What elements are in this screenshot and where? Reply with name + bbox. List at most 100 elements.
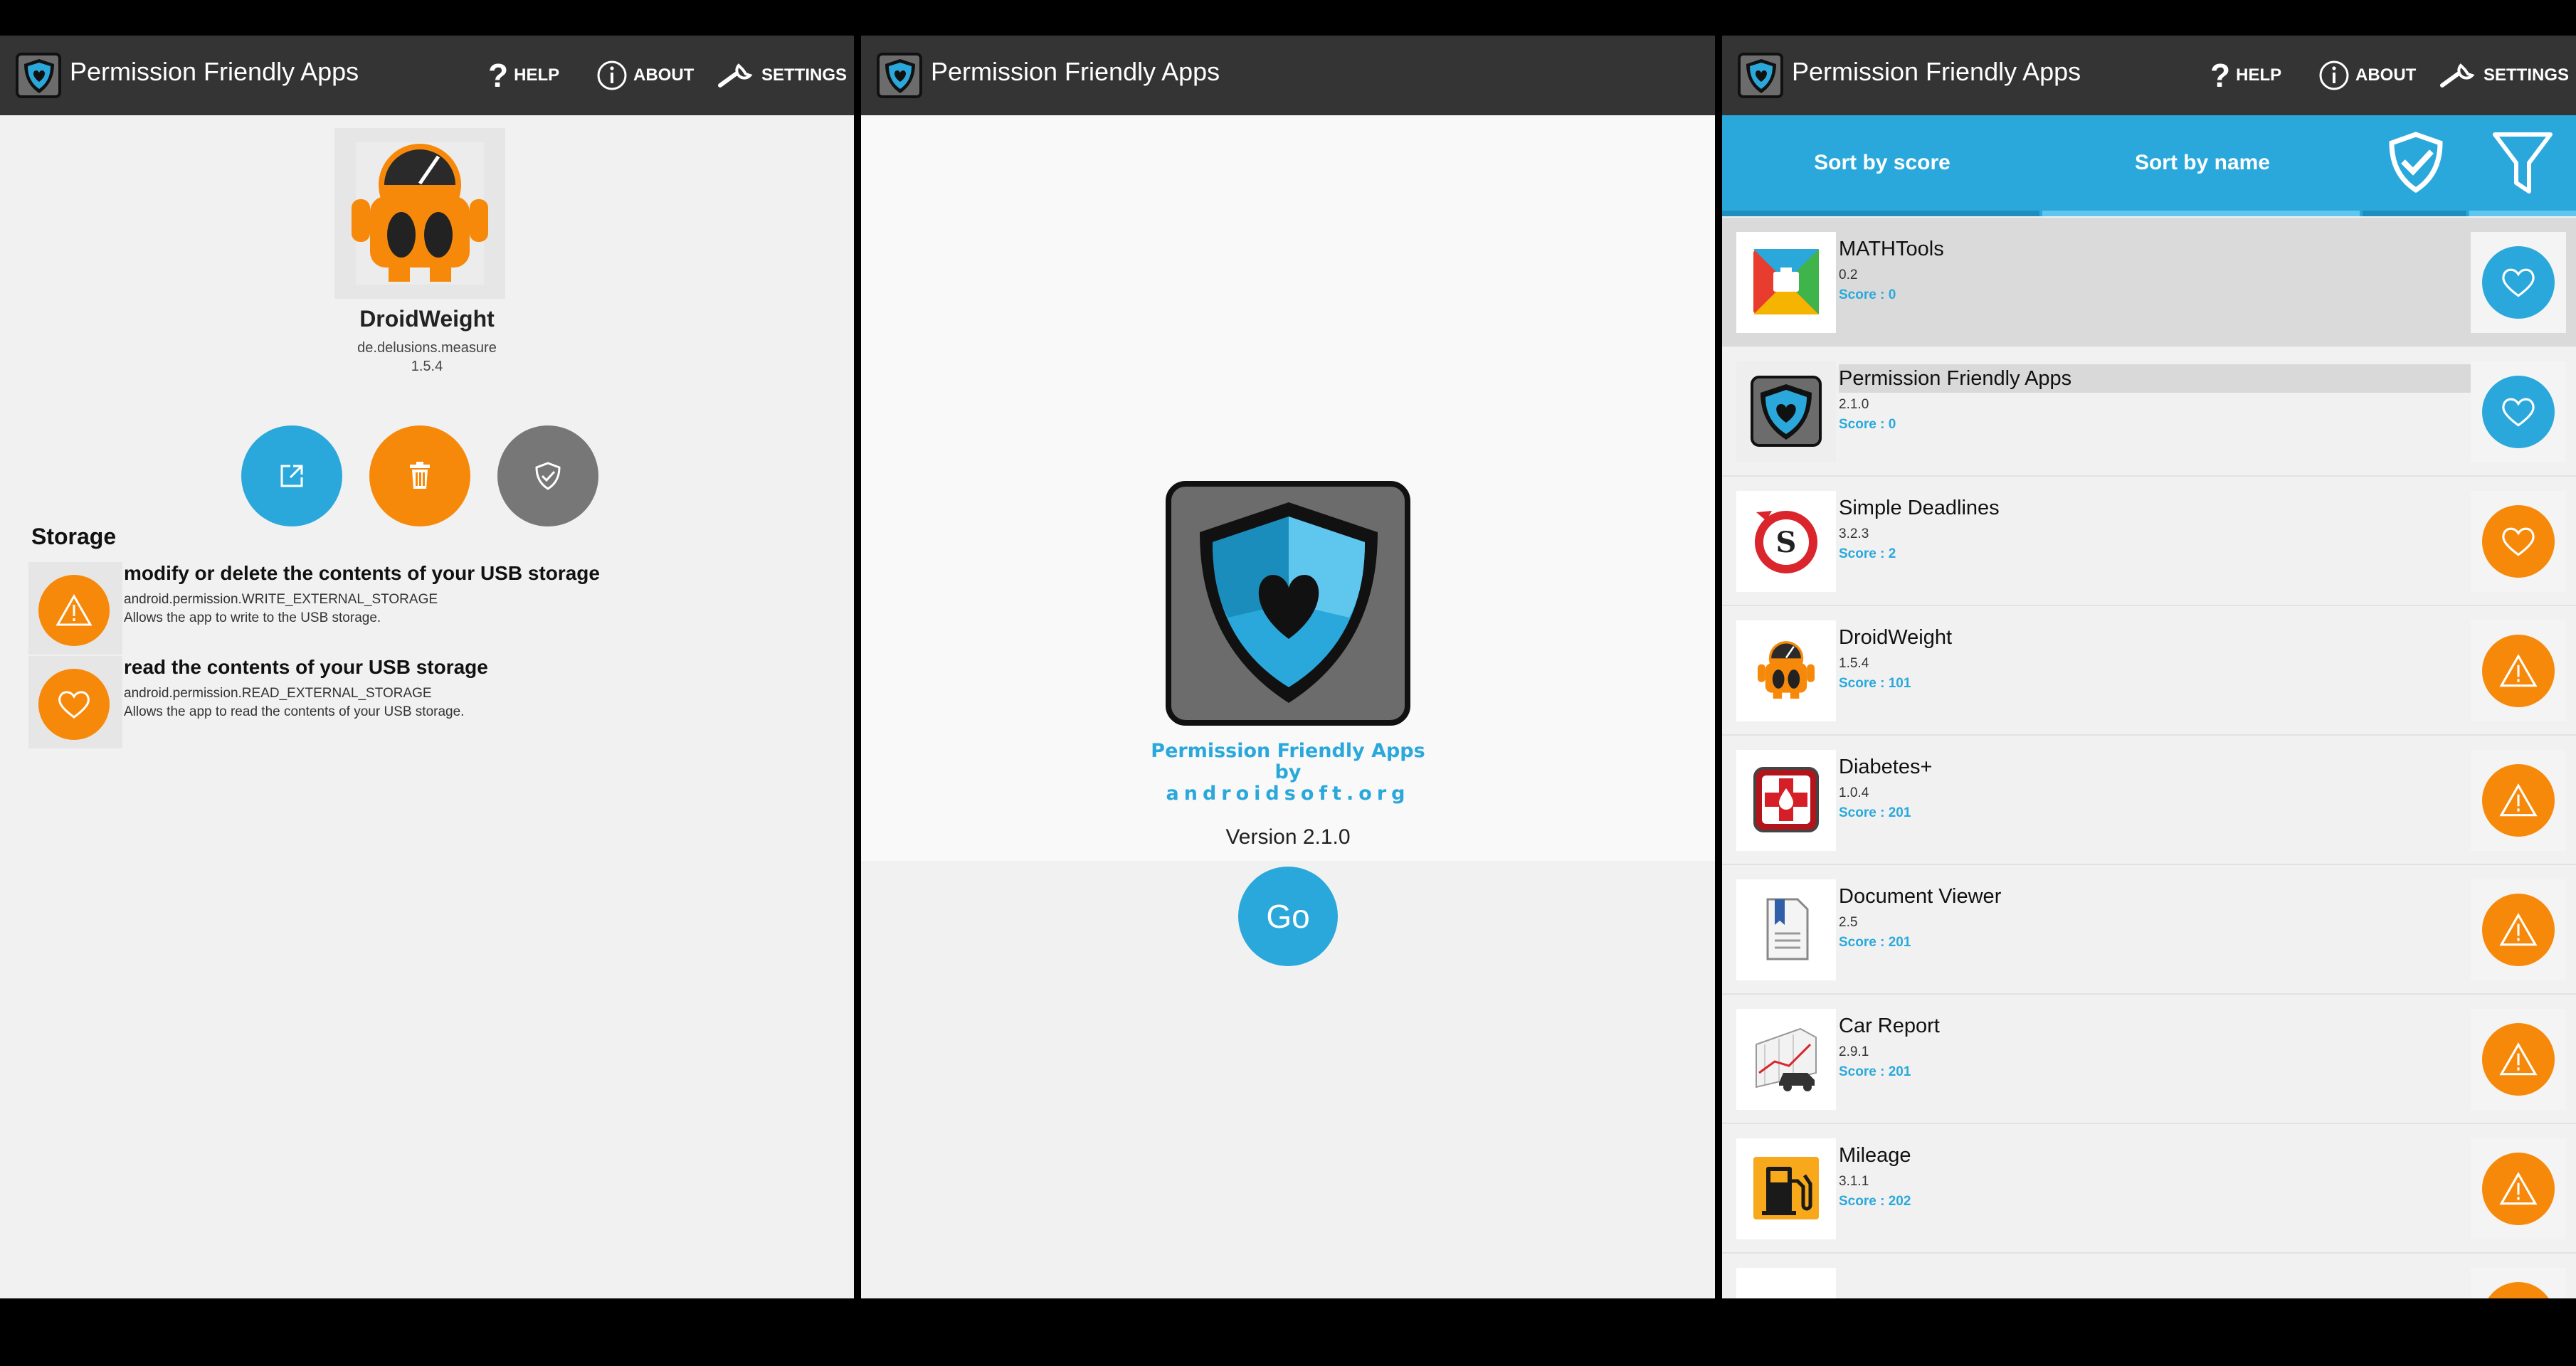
app-list-item[interactable]: Diabetes+ 1.0.4 Score : 201 [1722, 736, 2576, 865]
tab-indicator [2042, 211, 2360, 216]
app-logo-icon[interactable] [877, 53, 922, 98]
heart-icon [58, 691, 90, 719]
tab-sort-by-score[interactable]: Sort by score [1722, 115, 2042, 211]
app-list-item[interactable]: Permission Friendly Apps 2.1.0 Score : 0 [1722, 347, 2576, 477]
app-version: 1.5.4 [1839, 656, 1869, 671]
app-detail-screen: Permission Friendly Apps ? HELP ABOUT SE… [0, 36, 854, 1298]
app-score: Score : 0 [1839, 287, 1896, 302]
tab-indicator-active [1722, 211, 2039, 216]
app-title: Permission Friendly Apps [70, 57, 359, 86]
about-button[interactable]: ABOUT [596, 57, 694, 94]
app-version: 0.2 [1839, 268, 1858, 282]
permission-item: read the contents of your USB storage an… [28, 656, 840, 748]
tab-filter[interactable] [2469, 115, 2576, 211]
settings-label: SETTINGS [761, 65, 848, 85]
about-button[interactable]: ABOUT [2318, 57, 2416, 94]
badge-frame [2471, 491, 2566, 592]
app-version: 1.5.4 [411, 359, 443, 374]
help-icon: ? [488, 57, 509, 94]
app-version: 2.1.0 [1839, 397, 1869, 412]
app-version: 1.0.4 [1839, 785, 1869, 800]
badge-frame [2471, 361, 2566, 462]
app-list-item[interactable]: Mileage 3.1.1 Score : 202 [1722, 1124, 2576, 1254]
app-score: Score : 0 [1839, 417, 1896, 432]
settings-button[interactable]: SETTINGS [717, 57, 847, 94]
open-app-button[interactable] [241, 425, 342, 526]
app-logo-icon[interactable] [1738, 53, 1783, 98]
action-bar: Permission Friendly Apps [861, 36, 1715, 115]
app-version: 3.1.1 [1839, 1174, 1869, 1189]
tab-indicator [2469, 211, 2576, 216]
rating-badge [2482, 246, 2555, 319]
badge-frame [2471, 750, 2566, 851]
app-icon-frame [1736, 1009, 1836, 1110]
info-icon [597, 60, 627, 90]
trust-app-button[interactable] [497, 425, 598, 526]
go-button[interactable]: Go [1238, 867, 1338, 966]
app-list-item[interactable]: MATHTools 0.2 Score : 0 [1722, 218, 2576, 347]
about-label: ABOUT [2355, 65, 2417, 85]
app-title: Permission Friendly Apps [931, 57, 1220, 86]
wrench-icon [718, 63, 753, 88]
trash-icon [410, 462, 430, 489]
rating-badge [2482, 635, 2555, 707]
shield-check-icon [535, 462, 561, 490]
settings-button[interactable]: SETTINGS [2439, 57, 2569, 94]
heart-icon [2502, 268, 2535, 297]
permission-group-title: Storage [31, 524, 117, 549]
app-list-item[interactable]: DroidWeight 1.5.4 Score : 101 [1722, 606, 2576, 736]
rating-badge [2482, 1023, 2555, 1096]
app-icon-frame [1736, 620, 1836, 721]
app-title: Permission Friendly Apps [1792, 57, 2081, 86]
app-icon-frame [1736, 361, 1836, 462]
badge-frame [2471, 1138, 2566, 1239]
tab-trusted[interactable] [2363, 115, 2469, 211]
app-list-item[interactable]: Document Viewer 2.5 Score : 201 [1722, 865, 2576, 995]
wrench-icon [2440, 63, 2475, 88]
uninstall-button[interactable] [369, 425, 470, 526]
about-label: ABOUT [633, 65, 695, 85]
app-name: Car Report [1839, 1015, 1940, 1037]
permission-name: android.permission.WRITE_EXTERNAL_STORAG… [124, 592, 438, 607]
rating-badge [2482, 376, 2555, 448]
permission-name: android.permission.READ_EXTERNAL_STORAGE [124, 686, 432, 701]
app-list-item[interactable]: S Simple Deadlines 3.2.3 Score : 2 [1722, 477, 2576, 606]
rating-badge [2482, 894, 2555, 966]
app-icon-frame [334, 128, 505, 299]
permission-level-badge [38, 669, 110, 740]
warning-icon [2499, 1042, 2538, 1076]
splash-app-name: Permission Friendly Apps [1151, 740, 1425, 762]
permission-level-badge [38, 575, 110, 646]
help-button[interactable]: ? HELP [2210, 57, 2281, 94]
help-icon: ? [2210, 57, 2231, 94]
permission-title: read the contents of your USB storage [124, 656, 488, 678]
action-bar: Permission Friendly Apps ? HELP ABOUT SE… [1722, 36, 2576, 115]
app-list-item[interactable]: Car Report 2.9.1 Score : 201 [1722, 995, 2576, 1124]
tab-sort-by-name[interactable]: Sort by name [2042, 115, 2363, 211]
warning-icon [2499, 654, 2538, 687]
permission-icon-frame [28, 656, 122, 748]
app-logo-icon[interactable] [16, 53, 61, 98]
app-score: Score : 201 [1839, 935, 1911, 950]
warning-icon [2499, 913, 2538, 946]
rating-badge [2482, 1282, 2555, 1298]
badge-frame [2471, 620, 2566, 721]
tab-indicator [2363, 211, 2466, 216]
sort-tab-bar: Sort by score Sort by name [1722, 115, 2576, 216]
help-label: HELP [2236, 65, 2282, 85]
badge-frame [2471, 1268, 2566, 1298]
app-name: Document Viewer [1839, 885, 2002, 908]
info-icon [2319, 60, 2349, 90]
filter-icon [2493, 132, 2553, 194]
help-button[interactable]: ? HELP [488, 57, 559, 94]
app-name: Mileage [1839, 1144, 1911, 1167]
document-icon [1766, 898, 1809, 960]
shield-check-icon [2389, 132, 2443, 194]
app-list-item[interactable] [1722, 1254, 2576, 1298]
open-external-icon [280, 465, 303, 487]
shield-heart-icon [1751, 376, 1822, 447]
svg-text:S: S [1776, 526, 1797, 559]
app-icon-frame: S [1736, 491, 1836, 592]
app-icon-frame [1736, 1268, 1836, 1298]
app-icon-frame [1736, 879, 1836, 980]
